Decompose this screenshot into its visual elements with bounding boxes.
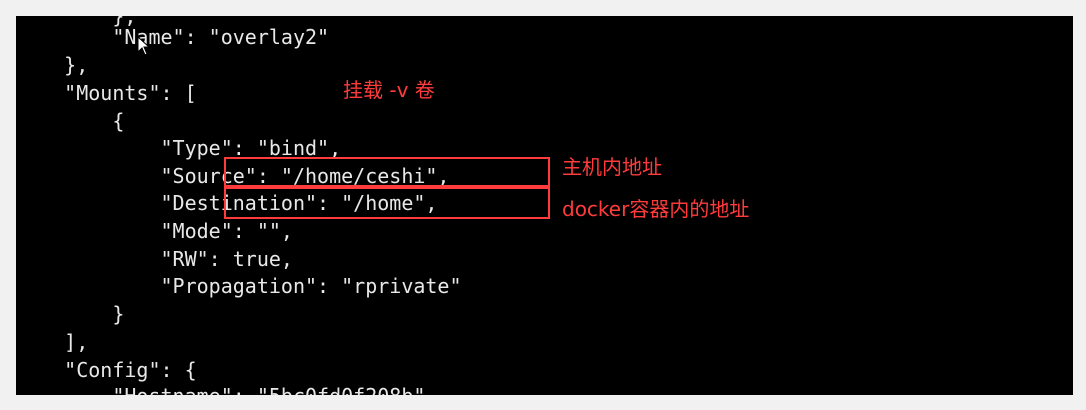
code-line-11: "Propagation": "rprivate" — [16, 274, 462, 298]
terminal-window[interactable]: }, "Name": "overlay2" }, "Mounts": [ { "… — [16, 16, 1073, 395]
code-line-3: }, — [16, 53, 89, 77]
code-line-4: "Mounts": [ — [16, 81, 197, 105]
code-line-12: } — [16, 302, 125, 326]
code-line-5: { — [16, 109, 125, 133]
code-line-10: "RW": true, — [16, 247, 293, 271]
code-line-13: ], — [16, 330, 89, 354]
mounts-annotation: 挂载 -v 卷 — [343, 78, 435, 102]
code-line-14: "Config": { — [16, 358, 197, 382]
code-line-15: "Hostname": "5bc0fd0f208b", — [16, 382, 437, 395]
code-line-9: "Mode": "", — [16, 219, 293, 243]
mouse-cursor-icon — [137, 36, 151, 56]
destination-highlight-box — [224, 187, 550, 219]
destination-annotation: docker容器内的地址 — [562, 197, 750, 221]
code-line-2: "Name": "overlay2" — [16, 25, 330, 49]
source-highlight-box — [224, 157, 550, 187]
source-annotation: 主机内地址 — [562, 155, 662, 179]
